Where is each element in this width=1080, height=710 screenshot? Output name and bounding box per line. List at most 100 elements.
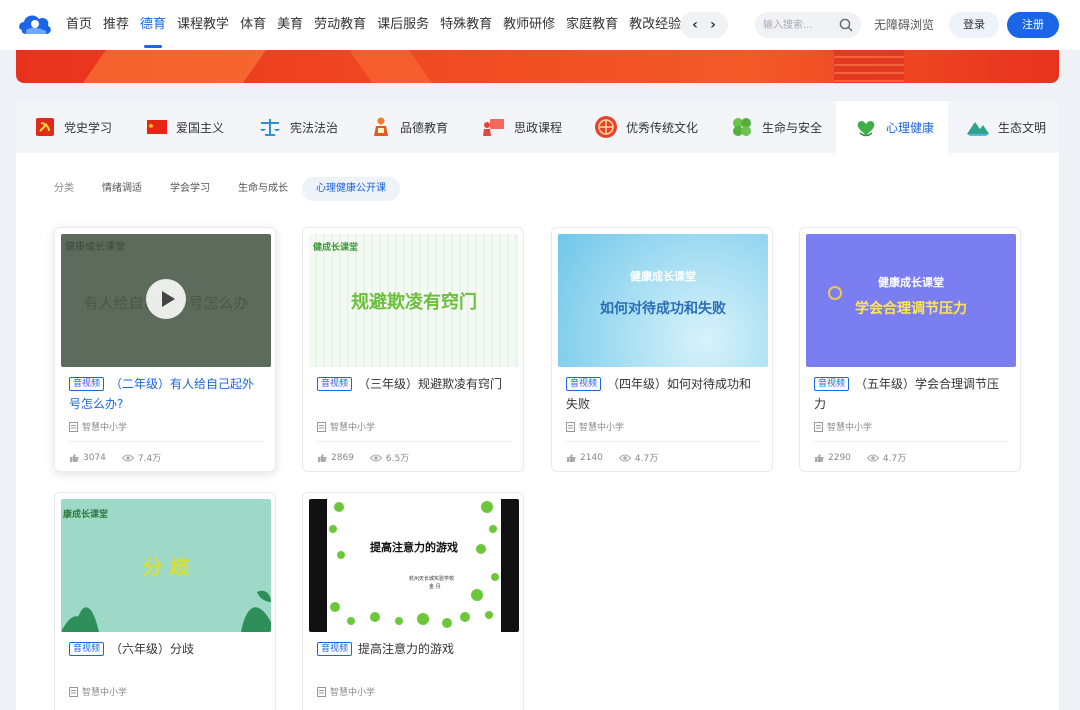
category-moral-education[interactable]: 品德教育 (352, 101, 464, 153)
eye-icon (866, 454, 879, 461)
view-count: 6.5万 (385, 454, 410, 464)
category-traditional-culture[interactable]: 优秀传统文化 (576, 101, 712, 153)
thumbs-up-icon (70, 453, 79, 462)
eye-icon (121, 454, 134, 461)
heart-leaf-icon (857, 120, 875, 137)
chevron-right-icon[interactable]: › (710, 17, 716, 33)
card-title: （三年级）规避欺凌有窍门 (358, 377, 503, 391)
nav-item[interactable]: 教改经验 (629, 0, 681, 50)
video-card[interactable]: 康成长课堂 分 歧 音视频 （六年级）分歧 智慧中小学 (54, 492, 276, 710)
document-icon (69, 686, 78, 697)
document-icon (566, 421, 575, 432)
thumbs-up-icon (318, 453, 327, 462)
media-badge: 音视频 (566, 377, 602, 391)
mountain-icon (967, 122, 989, 136)
nav-item[interactable]: 家庭教育 (566, 0, 618, 50)
nav-scroll-arrows: ‹ › (680, 12, 728, 38)
nav-item[interactable]: 课后服务 (377, 0, 429, 50)
eye-icon (369, 454, 382, 461)
scales-icon (260, 119, 280, 136)
subtab-growth[interactable]: 生命与成长 (224, 177, 302, 201)
category-political-course[interactable]: 思政课程 (464, 101, 576, 153)
document-icon (317, 686, 326, 697)
search-input[interactable] (763, 16, 837, 34)
chevron-left-icon[interactable]: ‹ (692, 17, 698, 33)
top-navigation-bar: 首页 推荐 德育 课程教学 体育 美育 劳动教育 课后服务 特殊教育 教师研修 家庭教育 教改经验 ‹… (0, 0, 1080, 50)
card-source: 智慧中小学 (579, 423, 625, 433)
card-source: 智慧中小学 (827, 423, 873, 433)
nav-item[interactable]: 推荐 (103, 0, 129, 50)
play-icon[interactable] (146, 279, 186, 319)
media-badge: 音视频 (317, 642, 353, 656)
subcategory-tabs: 分类 情绪调适 学会学习 生命与成长 心理健康公开课 (40, 177, 400, 201)
nav-item[interactable]: 课程教学 (177, 0, 229, 50)
subtab-learning[interactable]: 学会学习 (156, 177, 224, 201)
divider (566, 441, 760, 442)
category-patriotism[interactable]: 爱国主义 (128, 101, 240, 153)
video-thumbnail[interactable]: 健康成长课堂 有人给自己起外号怎么办 (61, 234, 271, 367)
document-icon (814, 421, 823, 432)
view-count: 4.7万 (882, 454, 907, 464)
view-count: 4.7万 (634, 454, 659, 464)
site-logo-icon[interactable] (16, 10, 54, 40)
category-party-history[interactable]: 党史学习 (16, 101, 128, 153)
accessible-browse-link[interactable]: 无障碍浏览 (874, 0, 934, 50)
divider (317, 441, 511, 442)
video-card[interactable]: 健康成长课堂 如何对待成功和失败 音视频 （四年级）如何对待成功和失败 智慧中小学… (551, 227, 773, 472)
card-source: 智慧中小学 (82, 423, 128, 433)
divider (814, 441, 1008, 442)
login-button[interactable]: 登录 (949, 12, 999, 38)
media-badge: 音视频 (814, 377, 850, 391)
video-thumbnail[interactable]: 提高注意力的游戏 杭州天长城实验学校 金 丹 (309, 499, 519, 632)
hero-banner (16, 50, 1059, 83)
register-button[interactable]: 注册 (1007, 12, 1059, 38)
media-badge: 音视频 (69, 377, 105, 391)
lecture-icon (483, 119, 504, 136)
flag-icon (147, 120, 167, 134)
nav-item[interactable]: 德育 (140, 0, 166, 50)
video-thumbnail[interactable]: 健康成长课堂 如何对待成功和失败 (558, 234, 768, 367)
like-count: 2869 (331, 452, 354, 463)
person-book-icon (374, 117, 388, 136)
media-badge: 音视频 (69, 642, 105, 656)
document-icon (69, 421, 78, 432)
card-source: 智慧中小学 (330, 688, 376, 698)
category-ecology[interactable]: 生态文明 (948, 101, 1059, 153)
nav-item[interactable]: 教师研修 (503, 0, 555, 50)
video-thumbnail[interactable]: 康成长课堂 分 歧 (61, 499, 271, 632)
divider (69, 441, 263, 442)
category-life-safety[interactable]: 生命与安全 (712, 101, 836, 153)
like-count: 2140 (580, 452, 603, 463)
clover-icon (733, 118, 751, 136)
thumbs-up-icon (815, 453, 824, 462)
nav-item[interactable]: 体育 (240, 0, 266, 50)
search-box (755, 12, 861, 38)
card-title: （六年级）分歧 (110, 642, 195, 656)
pattern-medallion-icon (595, 116, 617, 138)
nav-item[interactable]: 首页 (66, 0, 92, 50)
card-source: 智慧中小学 (330, 423, 376, 433)
video-card[interactable]: 健康成长课堂 学会合理调节压力 音视频 （五年级）学会合理调节压力 智慧中小学 2… (799, 227, 1021, 472)
card-source: 智慧中小学 (82, 688, 128, 698)
subtab-open-class[interactable]: 心理健康公开课 (302, 177, 400, 201)
nav-item[interactable]: 特殊教育 (440, 0, 492, 50)
card-title: 提高注意力的游戏 (358, 642, 455, 656)
category-mental-health[interactable]: 心理健康 (836, 101, 948, 153)
view-count: 7.4万 (137, 454, 162, 464)
document-icon (317, 421, 326, 432)
nav-item[interactable]: 美育 (277, 0, 303, 50)
category-constitution-law[interactable]: 宪法法治 (240, 101, 352, 153)
video-card[interactable]: 健成长课堂 规避欺凌有窍门 音视频 （三年级）规避欺凌有窍门 智慧中小学 2869… (302, 227, 524, 472)
video-card[interactable]: 提高注意力的游戏 杭州天长城实验学校 金 丹 音视频 提高注意力的游戏 智慧中小学 (302, 492, 524, 710)
video-thumbnail[interactable]: 健康成长课堂 学会合理调节压力 (806, 234, 1016, 367)
like-count: 3074 (83, 452, 106, 463)
category-bar: 党史学习 爱国主义 宪法法治 品德教育 思政课程 优秀传统文化 生命与安全 心理… (16, 101, 1059, 153)
search-icon[interactable] (839, 18, 853, 32)
video-thumbnail[interactable]: 健成长课堂 规避欺凌有窍门 (309, 234, 519, 367)
party-emblem-icon (36, 118, 54, 136)
thumbs-up-icon (567, 453, 576, 462)
nav-item[interactable]: 劳动教育 (314, 0, 366, 50)
subtab-emotion[interactable]: 情绪调适 (88, 177, 156, 201)
video-card[interactable]: 健康成长课堂 有人给自己起外号怎么办 音视频（二年级）有人给自己起外号怎么办? … (54, 227, 276, 472)
media-badge: 音视频 (317, 377, 353, 391)
